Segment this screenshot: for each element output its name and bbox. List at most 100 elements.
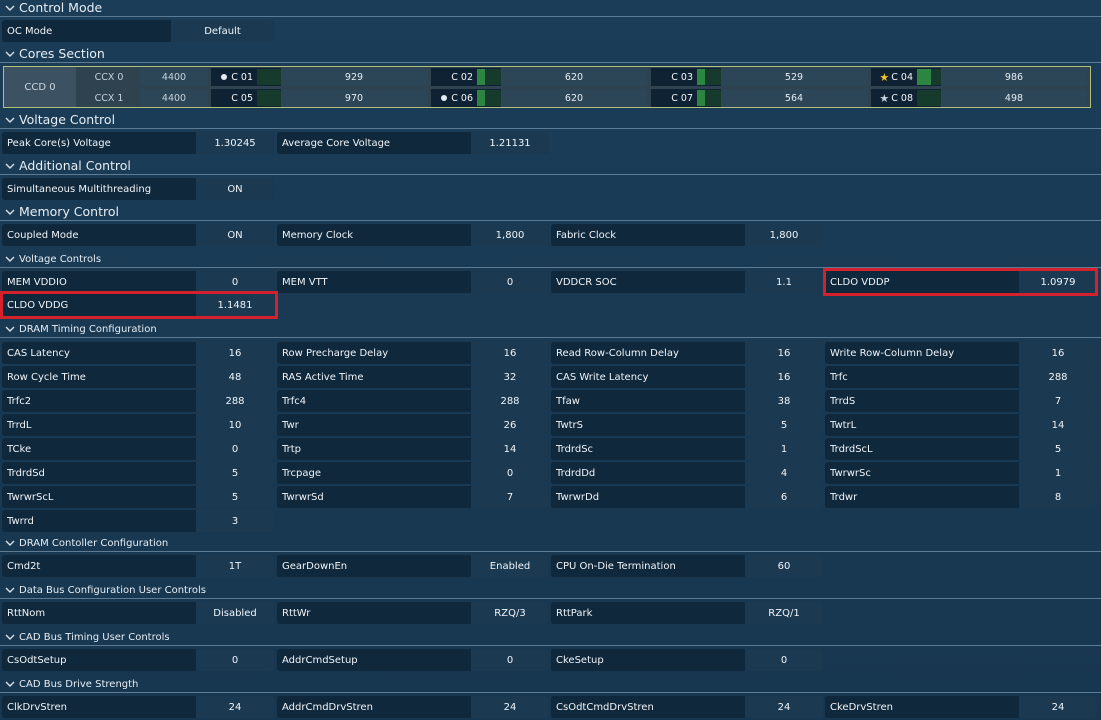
setting-value[interactable]: 288 xyxy=(196,390,274,412)
dram-timing-field[interactable]: TrdrdDd 4 xyxy=(551,462,823,484)
data-bus-field[interactable]: RttNom Disabled xyxy=(2,602,274,624)
setting-value[interactable]: Enabled xyxy=(471,555,549,577)
setting-value[interactable]: 16 xyxy=(196,342,274,364)
cad-bus-timing-field[interactable]: CkeSetup 0 xyxy=(551,649,823,671)
chevron-down-icon[interactable] xyxy=(4,253,16,265)
setting-value[interactable]: 24 xyxy=(471,696,549,718)
setting-value[interactable]: 24 xyxy=(745,696,823,718)
section-header[interactable]: Data Bus Configuration User Controls xyxy=(4,584,206,596)
section-header[interactable]: Memory Control xyxy=(4,204,119,219)
core-c06[interactable]: C 06 620 xyxy=(431,89,647,107)
average-core-voltage-field[interactable]: Average Core Voltage 1.21131 xyxy=(277,132,549,154)
setting-value[interactable]: 1,800 xyxy=(471,224,549,246)
dram-timing-field[interactable]: Trdwr 8 xyxy=(825,486,1097,508)
voltage-field[interactable]: VDDCR SOC 1.1 xyxy=(551,271,823,293)
dram-timing-field[interactable]: CAS Latency 16 xyxy=(2,342,274,364)
section-header[interactable]: CAD Bus Timing User Controls xyxy=(4,631,170,643)
dram-timing-field[interactable]: TCke 0 xyxy=(2,438,274,460)
setting-value[interactable]: 24 xyxy=(1019,696,1097,718)
setting-value[interactable]: 1T xyxy=(196,555,274,577)
setting-value[interactable]: 1 xyxy=(1019,462,1097,484)
section-header[interactable]: CAD Bus Drive Strength xyxy=(4,678,138,690)
dram-timing-field[interactable]: TwrwrSd 7 xyxy=(277,486,549,508)
dram-timing-field[interactable]: Write Row-Column Delay 16 xyxy=(825,342,1097,364)
dram-controller-field[interactable]: GearDownEn Enabled xyxy=(277,555,549,577)
section-header[interactable]: Control Mode xyxy=(4,0,102,15)
core-c02[interactable]: C 02 620 xyxy=(431,68,647,86)
setting-value[interactable]: 1.30245 xyxy=(196,132,274,154)
setting-value[interactable]: 5 xyxy=(745,414,823,436)
setting-value[interactable]: 8 xyxy=(1019,486,1097,508)
setting-value[interactable]: 24 xyxy=(196,696,274,718)
section-header[interactable]: Voltage Control xyxy=(4,112,115,127)
core-c03[interactable]: C 03 529 xyxy=(651,68,867,86)
dram-timing-field[interactable]: Trcpage 0 xyxy=(277,462,549,484)
cad-bus-drive-field[interactable]: AddrCmdDrvStren 24 xyxy=(277,696,549,718)
cad-bus-drive-field[interactable]: CsOdtCmdDrvStren 24 xyxy=(551,696,823,718)
dram-timing-field[interactable]: Twr 26 xyxy=(277,414,549,436)
setting-value[interactable]: Default xyxy=(171,20,274,42)
core-c05[interactable]: C 05 970 xyxy=(211,89,427,107)
core-c07[interactable]: C 07 564 xyxy=(651,89,867,107)
section-header[interactable]: DRAM Contoller Configuration xyxy=(4,537,168,549)
section-header[interactable]: Cores Section xyxy=(4,46,105,61)
chevron-down-icon[interactable] xyxy=(4,114,16,126)
chevron-down-icon[interactable] xyxy=(4,631,16,643)
setting-value[interactable]: 288 xyxy=(471,390,549,412)
setting-value[interactable]: 26 xyxy=(471,414,549,436)
setting-value[interactable]: 1,800 xyxy=(745,224,823,246)
chevron-down-icon[interactable] xyxy=(4,48,16,60)
setting-value[interactable]: 38 xyxy=(745,390,823,412)
memory-control-field[interactable]: Memory Clock 1,800 xyxy=(277,224,549,246)
data-bus-field[interactable]: RttWr RZQ/3 xyxy=(277,602,549,624)
dram-timing-field[interactable]: Trfc 288 xyxy=(825,366,1097,388)
setting-value[interactable]: 1.1 xyxy=(745,271,823,293)
memory-control-field[interactable]: Coupled Mode ON xyxy=(2,224,274,246)
section-header[interactable]: Voltage Controls xyxy=(4,253,101,265)
core-c01[interactable]: C 01 929 xyxy=(211,68,427,86)
core-c08[interactable]: ★ C 08 498 xyxy=(871,89,1087,107)
setting-value[interactable]: 5 xyxy=(196,486,274,508)
setting-value[interactable]: 0 xyxy=(471,649,549,671)
dram-timing-field[interactable]: RAS Active Time 32 xyxy=(277,366,549,388)
core-c04[interactable]: ★ C 04 986 xyxy=(871,68,1087,86)
dram-timing-field[interactable]: TwtrS 5 xyxy=(551,414,823,436)
dram-timing-field[interactable]: Trfc4 288 xyxy=(277,390,549,412)
voltage-field[interactable]: MEM VTT 0 xyxy=(277,271,549,293)
dram-timing-field[interactable]: Tfaw 38 xyxy=(551,390,823,412)
dram-controller-field[interactable]: Cmd2t 1T xyxy=(2,555,274,577)
dram-timing-field[interactable]: TrdrdSd 5 xyxy=(2,462,274,484)
setting-value[interactable]: ON xyxy=(196,224,274,246)
setting-value[interactable]: 48 xyxy=(196,366,274,388)
setting-value[interactable]: 0 xyxy=(196,271,274,293)
section-header[interactable]: Additional Control xyxy=(4,158,131,173)
setting-value[interactable]: 5 xyxy=(1019,438,1097,460)
dram-timing-field[interactable]: Twrrd 3 xyxy=(2,510,274,532)
dram-timing-field[interactable]: TrdrdScL 5 xyxy=(825,438,1097,460)
dram-timing-field[interactable]: TrdrdSc 1 xyxy=(551,438,823,460)
setting-value[interactable]: 16 xyxy=(471,342,549,364)
setting-value[interactable]: 1.21131 xyxy=(471,132,549,154)
setting-value[interactable]: 14 xyxy=(471,438,549,460)
setting-value[interactable]: 14 xyxy=(1019,414,1097,436)
dram-controller-field[interactable]: CPU On-Die Termination 60 xyxy=(551,555,823,577)
setting-value[interactable]: RZQ/1 xyxy=(745,602,823,624)
dram-timing-field[interactable]: TwrwrScL 5 xyxy=(2,486,274,508)
setting-value[interactable]: 10 xyxy=(196,414,274,436)
setting-value[interactable]: 0 xyxy=(745,649,823,671)
chevron-down-icon[interactable] xyxy=(4,537,16,549)
voltage-field[interactable]: MEM VDDIO 0 xyxy=(2,271,274,293)
dram-timing-field[interactable]: TwrwrSc 1 xyxy=(825,462,1097,484)
dram-timing-field[interactable]: TrrdL 10 xyxy=(2,414,274,436)
dram-timing-field[interactable]: Row Precharge Delay 16 xyxy=(277,342,549,364)
dram-timing-field[interactable]: TwrwrDd 6 xyxy=(551,486,823,508)
cad-bus-drive-field[interactable]: ClkDrvStren 24 xyxy=(2,696,274,718)
dram-timing-field[interactable]: Trtp 14 xyxy=(277,438,549,460)
chevron-down-icon[interactable] xyxy=(4,678,16,690)
setting-value[interactable]: 0 xyxy=(471,271,549,293)
setting-value[interactable]: 32 xyxy=(471,366,549,388)
smt-field[interactable]: Simultaneous Multithreading ON xyxy=(2,178,274,200)
setting-value[interactable]: 3 xyxy=(196,510,274,532)
setting-value[interactable]: 7 xyxy=(471,486,549,508)
setting-value[interactable]: 4 xyxy=(745,462,823,484)
